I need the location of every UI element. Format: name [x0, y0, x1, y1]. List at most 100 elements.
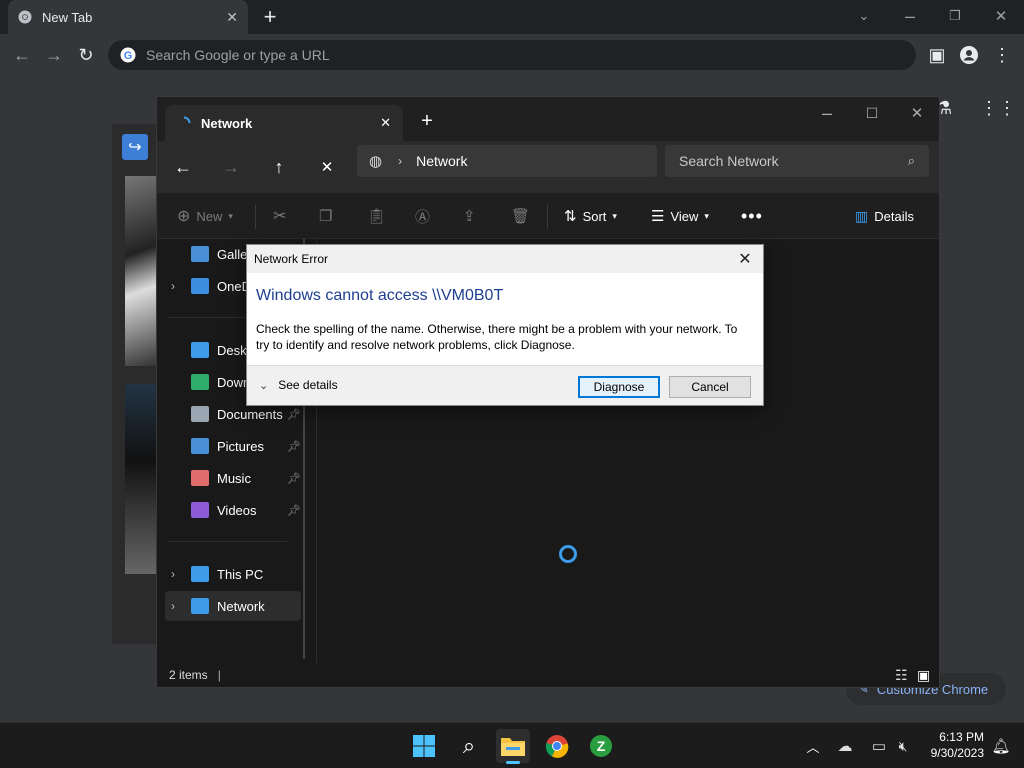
music-icon: [191, 470, 209, 486]
dialog-titlebar: Network Error ✕: [247, 245, 763, 273]
close-icon[interactable]: ✕: [735, 249, 755, 269]
notifications-bell-icon[interactable]: 🔔︎: [984, 729, 1018, 763]
cancel-button[interactable]: Cancel: [669, 376, 751, 398]
diagnose-button[interactable]: Diagnose: [578, 376, 660, 398]
chrome-logo-icon: [545, 735, 569, 758]
globe-icon: ◍: [369, 153, 383, 170]
windows-logo-icon: [413, 735, 435, 757]
sidebar-item-this-pc[interactable]: › This PC: [165, 559, 301, 589]
thumbnail-image: [125, 384, 157, 574]
volume-muted-icon[interactable]: 🔇︎: [886, 729, 920, 763]
pin-icon[interactable]: 📌︎: [287, 440, 301, 453]
copy-icon[interactable]: ❐: [319, 193, 332, 239]
loading-spinner: [559, 545, 577, 563]
see-details-toggle[interactable]: ⌄ See details: [259, 374, 338, 396]
thumbnail-image: [125, 176, 157, 366]
status-divider: |: [217, 668, 221, 682]
expand-chevron-icon[interactable]: ›: [171, 279, 175, 293]
close-window-icon[interactable]: ✕: [905, 101, 929, 125]
sidebar-item-label: Music: [217, 470, 251, 486]
sidebar-item-label: Pictures: [217, 438, 264, 454]
back-icon[interactable]: ←: [171, 155, 195, 179]
sort-icon: ⇅: [564, 208, 577, 225]
explorer-tab-title: Network: [201, 115, 253, 131]
plus-circle-icon: ⊕: [177, 208, 191, 225]
explorer-titlebar: Network ✕ + – ☐ ✕: [157, 97, 939, 141]
file-explorer-taskbar-button[interactable]: [496, 729, 530, 764]
sidebar-item-music[interactable]: Music 📌︎: [165, 463, 301, 493]
desktop-icon: [191, 342, 209, 358]
minimize-icon[interactable]: –: [898, 4, 922, 28]
close-window-icon[interactable]: ✕: [989, 4, 1013, 28]
view-button[interactable]: ☰ View ▾: [651, 193, 709, 239]
videos-icon: [191, 502, 209, 518]
share-icon[interactable]: ⇪: [463, 193, 476, 239]
minimize-icon[interactable]: –: [815, 101, 839, 125]
search-icon: ⌕: [907, 153, 915, 168]
chevron-down-icon: ▾: [228, 210, 233, 221]
more-options-icon[interactable]: •••: [741, 193, 763, 239]
forward-icon[interactable]: →: [219, 155, 243, 179]
details-view-icon[interactable]: ☷: [895, 667, 908, 684]
up-icon[interactable]: ↑: [267, 155, 291, 179]
restore-icon[interactable]: ❐: [943, 4, 967, 28]
maximize-icon[interactable]: ☐: [860, 101, 884, 125]
chrome-menu-icon[interactable]: ⋮: [990, 43, 1014, 67]
search-placeholder: Search Network: [679, 153, 779, 169]
reload-icon[interactable]: ↻: [74, 43, 98, 67]
side-panel-icon[interactable]: ▣: [925, 43, 949, 67]
delete-icon[interactable]: 🗑︎: [511, 193, 530, 239]
folder-icon: [501, 738, 525, 756]
taskbar: ⌕ Z ︿ ☁ ▭ 🔇︎ 6:13 PM 9/30/2023 🔔︎: [0, 722, 1024, 768]
start-button[interactable]: [407, 729, 441, 763]
sidebar-item-videos[interactable]: Videos 📌︎: [165, 495, 301, 525]
close-tab-icon[interactable]: ✕: [226, 9, 238, 26]
close-tab-icon[interactable]: ✕: [380, 115, 391, 131]
tiles-view-icon[interactable]: ▣: [917, 667, 930, 684]
rename-icon[interactable]: Ⓐ: [415, 193, 430, 239]
app-taskbar-button[interactable]: Z: [584, 729, 618, 763]
show-hidden-icons-icon[interactable]: ︿: [796, 729, 830, 763]
onedrive-status-icon[interactable]: ☁: [828, 729, 862, 763]
address-bar[interactable]: ◍ › Network: [357, 145, 657, 177]
expand-chevron-icon[interactable]: ›: [171, 599, 175, 613]
system-clock[interactable]: 6:13 PM 9/30/2023: [931, 729, 984, 761]
command-bar: ⊕ New ▾ ✂ ❐ 📋︎ Ⓐ ⇪ 🗑︎ ⇅ Sort ▾ ☰ View ▾ …: [157, 193, 939, 239]
stop-icon[interactable]: ✕: [315, 155, 339, 179]
tab-search-icon[interactable]: ⌄: [852, 4, 876, 28]
new-tab-button[interactable]: +: [415, 109, 439, 133]
chrome-taskbar-button[interactable]: [540, 729, 574, 763]
search-button[interactable]: ⌕: [452, 729, 486, 763]
chrome-tab-new-tab[interactable]: New Tab ✕: [8, 0, 248, 34]
pin-icon[interactable]: 📌︎: [287, 408, 301, 421]
back-icon[interactable]: ←: [10, 43, 34, 67]
forward-icon[interactable]: →: [42, 43, 66, 67]
apps-grid-icon[interactable]: ⋮⋮⋮: [980, 98, 1024, 119]
breadcrumb-chevron-icon: ›: [398, 154, 403, 168]
search-input[interactable]: Search Network ⌕: [665, 145, 929, 177]
clock-date: 9/30/2023: [930, 746, 984, 760]
omnibox[interactable]: G Search Google or type a URL: [108, 40, 916, 70]
explorer-tab-network[interactable]: Network ✕: [165, 105, 403, 141]
chevron-down-icon: ⌄: [259, 379, 269, 392]
pin-icon[interactable]: 📌︎: [287, 504, 301, 517]
pin-icon[interactable]: 📌︎: [287, 472, 301, 485]
pictures-icon: [191, 438, 209, 454]
chevron-down-icon: ▾: [612, 210, 617, 221]
sidebar-item-label: Videos: [217, 502, 257, 518]
details-button[interactable]: ▥ Details: [855, 193, 914, 239]
profile-icon[interactable]: [957, 43, 981, 67]
view-label: View: [670, 208, 699, 224]
sort-button[interactable]: ⇅ Sort ▾: [564, 193, 617, 239]
shortcut-icon[interactable]: ↪: [122, 134, 148, 160]
sidebar-item-network[interactable]: › Network: [165, 591, 301, 621]
new-button[interactable]: ⊕ New ▾: [177, 193, 233, 239]
divider: [547, 205, 548, 229]
new-tab-button[interactable]: +: [258, 4, 282, 29]
chrome-tab-strip: New Tab ✕ + ⌄ – ❐ ✕: [0, 0, 1024, 34]
view-icon: ☰: [651, 208, 665, 225]
expand-chevron-icon[interactable]: ›: [171, 567, 175, 581]
sidebar-item-pictures[interactable]: Pictures 📌︎: [165, 431, 301, 461]
paste-icon[interactable]: 📋︎: [367, 193, 386, 239]
cut-icon[interactable]: ✂: [273, 193, 286, 239]
